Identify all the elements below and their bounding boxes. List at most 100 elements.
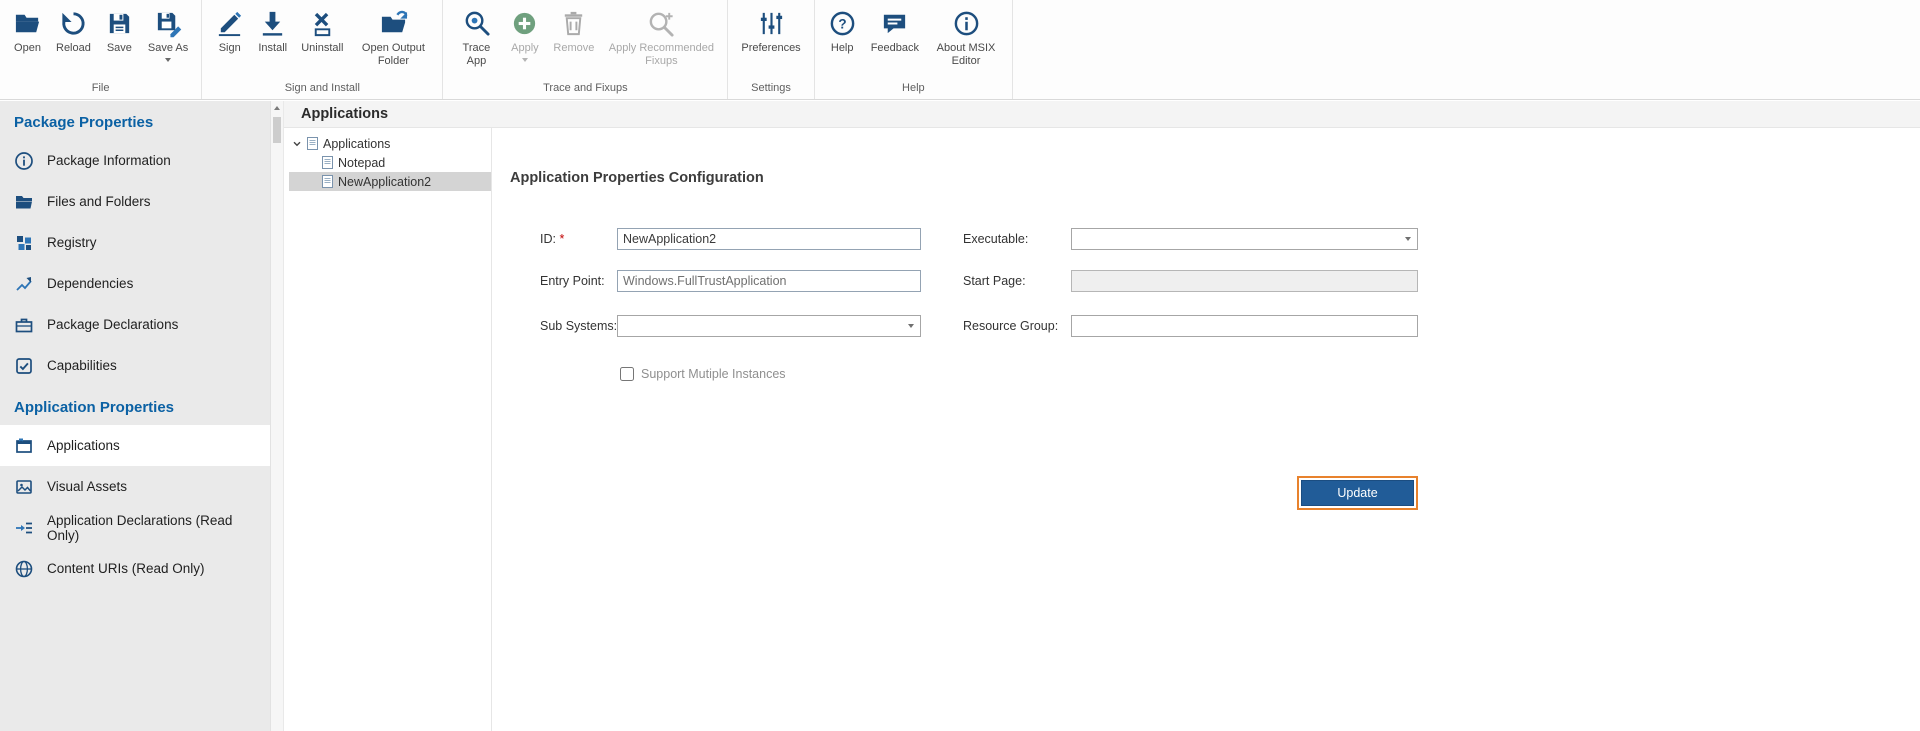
update-button[interactable]: Update bbox=[1301, 480, 1414, 506]
support-multiple-instances-label: Support Mutiple Instances bbox=[641, 367, 786, 381]
ribbon-button-label: Sign bbox=[219, 42, 241, 55]
ribbon-button-about-msix-editor[interactable]: About MSIX Editor bbox=[926, 5, 1006, 70]
sub-systems-label: Sub Systems: bbox=[540, 315, 617, 337]
sidebar-item-capabilities[interactable]: Capabilities bbox=[0, 345, 270, 386]
resource-group-label: Resource Group: bbox=[963, 315, 1058, 337]
ribbon-button-apply-recommended-fixups[interactable]: Apply Recommended Fixups bbox=[601, 5, 721, 70]
ribbon-button-preferences[interactable]: Preferences bbox=[734, 5, 807, 57]
dependencies-arrows-icon bbox=[14, 274, 34, 294]
folder-icon bbox=[14, 192, 34, 212]
support-multiple-instances-checkbox[interactable] bbox=[620, 367, 634, 381]
ribbon-button-label: Open Output Folder bbox=[357, 42, 429, 68]
sidebar-scrollbar[interactable] bbox=[270, 101, 284, 731]
sub-systems-combobox[interactable] bbox=[617, 315, 921, 337]
apply-recommended-fixups-icon bbox=[647, 7, 676, 39]
sidebar-item-label: Package Declarations bbox=[47, 317, 178, 332]
ribbon-button-label: Install bbox=[258, 42, 287, 55]
scrollbar-thumb[interactable] bbox=[273, 117, 281, 143]
svg-text:?: ? bbox=[838, 16, 846, 31]
tree-item-newapplication2[interactable]: NewApplication2 bbox=[289, 172, 491, 191]
id-input[interactable] bbox=[617, 228, 921, 250]
sidebar-item-label: Package Information bbox=[47, 153, 171, 168]
ribbon-button-help[interactable]: ? Help bbox=[821, 5, 864, 57]
scrollbar-up-arrow-icon[interactable] bbox=[271, 101, 283, 115]
start-page-input bbox=[1071, 270, 1418, 292]
ribbon-button-open-output-folder[interactable]: Open Output Folder bbox=[350, 5, 436, 70]
save-as-icon bbox=[154, 7, 183, 39]
chevron-down-icon bbox=[165, 58, 171, 62]
feedback-bubble-icon bbox=[880, 7, 909, 39]
sidebar-item-label: Dependencies bbox=[47, 276, 133, 291]
package-information-icon bbox=[14, 151, 34, 171]
about-info-icon bbox=[952, 7, 981, 39]
executable-label: Executable: bbox=[963, 228, 1028, 250]
executable-combobox[interactable] bbox=[1071, 228, 1418, 250]
ribbon-button-label: Remove bbox=[553, 42, 594, 55]
sidebar-item-package-information[interactable]: Package Information bbox=[0, 140, 270, 181]
open-folder-icon bbox=[13, 7, 42, 39]
sidebar-item-files-and-folders[interactable]: Files and Folders bbox=[0, 181, 270, 222]
ribbon-button-open[interactable]: Open bbox=[6, 5, 49, 57]
ribbon-button-apply[interactable]: Apply bbox=[503, 5, 546, 64]
apply-plus-icon bbox=[510, 7, 539, 39]
ribbon-button-label: Save bbox=[107, 42, 132, 55]
chevron-down-icon[interactable] bbox=[292, 139, 302, 149]
id-label: ID: * bbox=[540, 228, 564, 250]
sidebar-item-applications[interactable]: Applications bbox=[0, 425, 270, 466]
sidebar-item-content-uris[interactable]: Content URIs (Read Only) bbox=[0, 548, 270, 589]
chevron-down-icon[interactable] bbox=[1399, 237, 1417, 241]
document-icon bbox=[322, 156, 333, 169]
ribbon-button-label: Uninstall bbox=[301, 42, 343, 55]
ribbon-button-label: Open bbox=[14, 42, 41, 55]
entry-point-input[interactable] bbox=[617, 270, 921, 292]
chevron-down-icon[interactable] bbox=[902, 324, 920, 328]
required-asterisk: * bbox=[559, 232, 564, 246]
reload-icon bbox=[59, 7, 88, 39]
ribbon-button-remove[interactable]: Remove bbox=[546, 5, 601, 57]
sidebar-item-package-declarations[interactable]: Package Declarations bbox=[0, 304, 270, 345]
ribbon-group-sign-and-install: Sign Install Uninstall Open Output Folde… bbox=[202, 0, 443, 99]
ribbon-button-label: Reload bbox=[56, 42, 91, 55]
tree-item-label: NewApplication2 bbox=[338, 175, 431, 189]
ribbon-button-feedback[interactable]: Feedback bbox=[864, 5, 926, 57]
remove-trash-icon bbox=[559, 7, 588, 39]
resource-group-input[interactable] bbox=[1071, 315, 1418, 337]
application-properties-form: Application Properties Configuration ID:… bbox=[493, 128, 1920, 731]
sidebar-item-dependencies[interactable]: Dependencies bbox=[0, 263, 270, 304]
ribbon-button-save-as[interactable]: Save As bbox=[141, 5, 195, 64]
ribbon-button-trace-app[interactable]: Trace App bbox=[449, 5, 503, 70]
tree-item-label: Notepad bbox=[338, 156, 385, 170]
tree-item-label: Applications bbox=[323, 137, 390, 151]
page-title: Applications bbox=[284, 101, 1920, 128]
ribbon-group-file: Open Reload Save Save As bbox=[0, 0, 202, 99]
sidebar-item-visual-assets[interactable]: Visual Assets bbox=[0, 466, 270, 507]
ribbon-button-install[interactable]: Install bbox=[251, 5, 294, 57]
sidebar-item-registry[interactable]: Registry bbox=[0, 222, 270, 263]
globe-icon bbox=[14, 559, 34, 579]
ribbon-group-label: Trace and Fixups bbox=[449, 79, 721, 99]
briefcase-icon bbox=[14, 315, 34, 335]
declarations-list-icon bbox=[14, 518, 34, 538]
uninstall-x-icon bbox=[308, 7, 337, 39]
sidebar-item-application-declarations[interactable]: Application Declarations (Read Only) bbox=[0, 507, 270, 548]
image-icon bbox=[14, 477, 34, 497]
support-multiple-instances-row: Support Mutiple Instances bbox=[620, 367, 786, 381]
sidebar-item-label: Applications bbox=[47, 438, 120, 453]
start-page-label: Start Page: bbox=[963, 270, 1026, 292]
sidebar-item-label: Application Declarations (Read Only) bbox=[47, 513, 256, 543]
sidebar-item-label: Registry bbox=[47, 235, 97, 250]
ribbon-button-label: Save As bbox=[148, 42, 188, 55]
ribbon: Open Reload Save Save As bbox=[0, 0, 1920, 100]
tree-item-notepad[interactable]: Notepad bbox=[284, 153, 491, 172]
ribbon-button-save[interactable]: Save bbox=[98, 5, 141, 57]
ribbon-button-label: Apply bbox=[511, 42, 539, 55]
ribbon-button-reload[interactable]: Reload bbox=[49, 5, 98, 57]
form-heading: Application Properties Configuration bbox=[510, 170, 764, 186]
tree-item-applications[interactable]: Applications bbox=[284, 134, 491, 153]
ribbon-button-sign[interactable]: Sign bbox=[208, 5, 251, 57]
ribbon-group-help: ? Help Feedback About MSIX Editor Help bbox=[815, 0, 1013, 99]
checkbox-check-icon bbox=[14, 356, 34, 376]
entry-point-label: Entry Point: bbox=[540, 270, 605, 292]
ribbon-button-uninstall[interactable]: Uninstall bbox=[294, 5, 350, 57]
ribbon-button-label: Apply Recommended Fixups bbox=[608, 42, 714, 68]
